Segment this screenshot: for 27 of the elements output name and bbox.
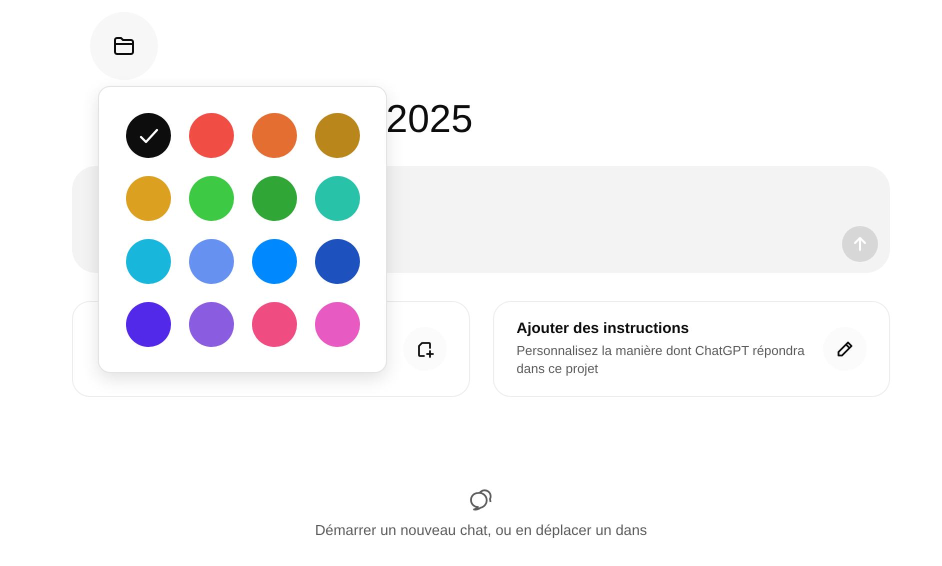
card-title: Ajouter des instructions [516, 320, 690, 337]
pencil-icon [835, 339, 855, 359]
folder-icon [112, 34, 136, 58]
color-swatch[interactable] [126, 239, 171, 284]
edit-button[interactable] [823, 327, 867, 371]
instructions-card[interactable]: Ajouter des instructions Personnalisez la manière dont ChatGPT répondra dans ce projet [492, 301, 890, 397]
color-swatch[interactable] [315, 239, 360, 284]
empty-state-text: Démarrer un nouveau chat, ou en déplacer un dans [314, 523, 648, 539]
color-swatch[interactable] [252, 176, 297, 221]
chat-bubbles-icon [469, 489, 493, 511]
color-swatch[interactable] [126, 302, 171, 347]
color-swatch[interactable] [315, 302, 360, 347]
project-title: 2025 [386, 97, 474, 143]
add-file-button[interactable] [402, 327, 446, 371]
color-swatch[interactable] [126, 176, 171, 221]
color-swatch[interactable] [252, 302, 297, 347]
color-swatch[interactable] [189, 239, 234, 284]
color-swatch[interactable] [189, 113, 234, 158]
color-swatch[interactable] [189, 176, 234, 221]
card-description: dans ce projet [516, 360, 600, 378]
card-description: Personnalisez la manière dont ChatGPT répondra [516, 342, 806, 360]
color-swatch[interactable] [315, 176, 360, 221]
color-swatch[interactable] [252, 239, 297, 284]
color-swatch[interactable] [126, 113, 171, 158]
color-swatch[interactable] [252, 113, 297, 158]
color-swatch[interactable] [315, 113, 360, 158]
color-swatch[interactable] [189, 302, 234, 347]
